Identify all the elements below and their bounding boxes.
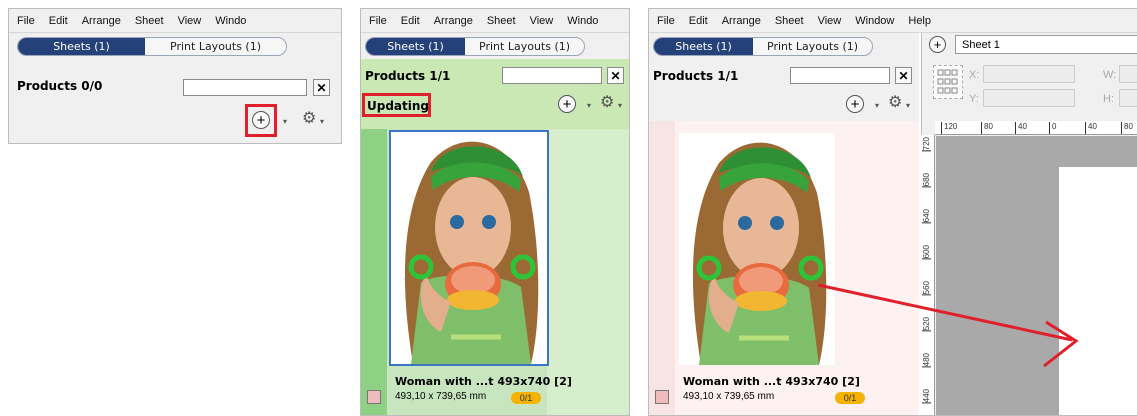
- drag-arrow: [817, 283, 1079, 368]
